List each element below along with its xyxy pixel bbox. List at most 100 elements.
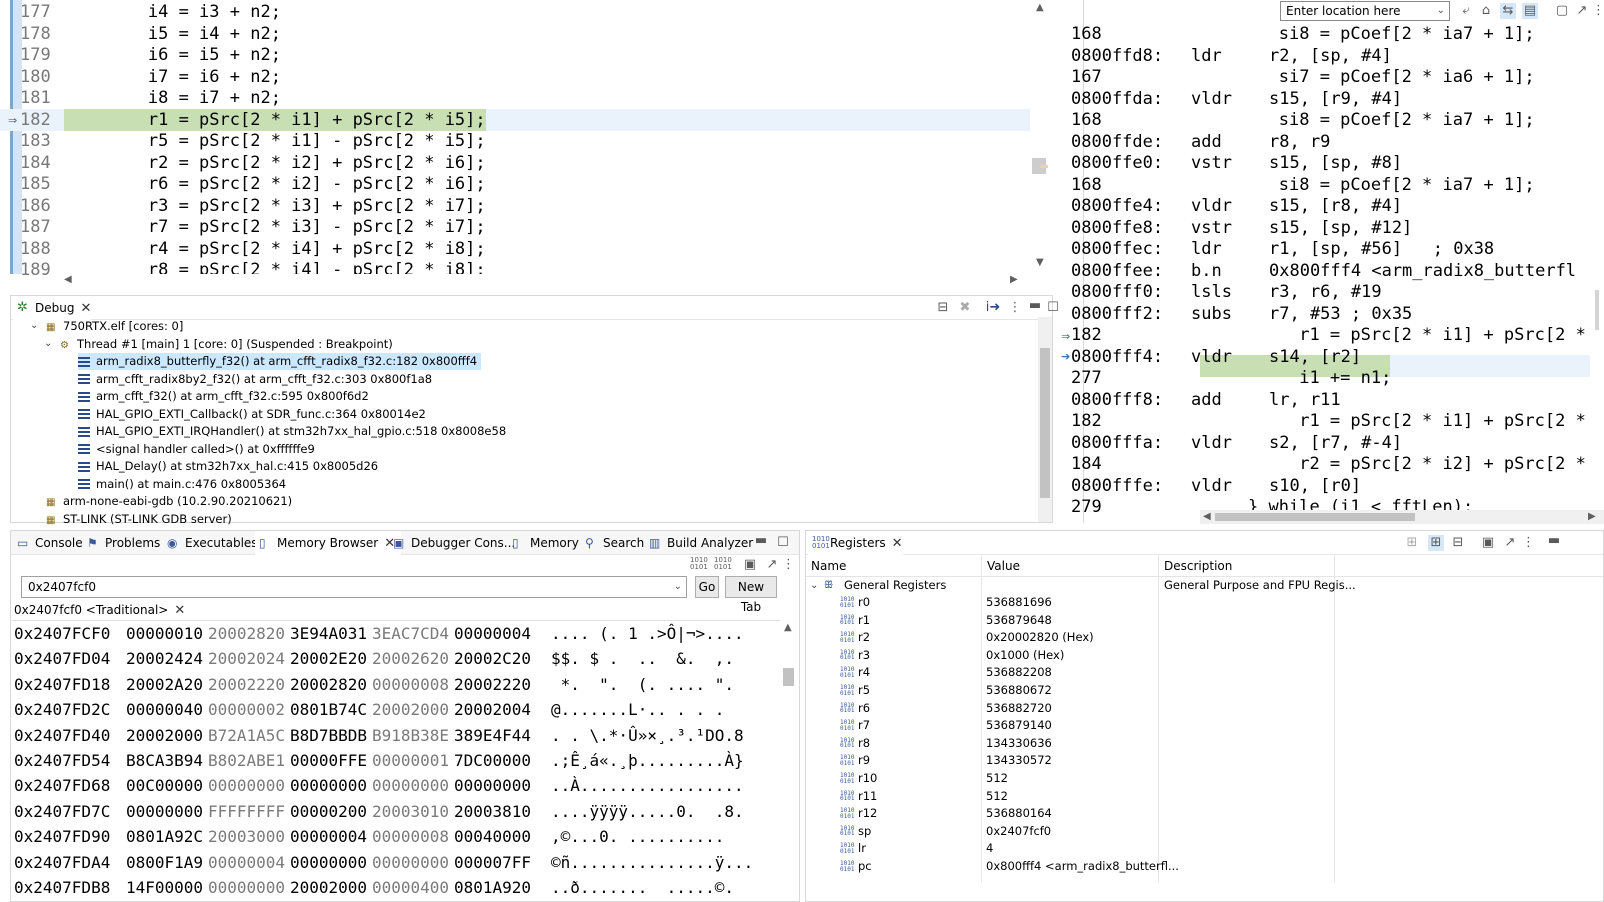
register-row[interactable]: 1010 0101 r2 0x20002820 (Hex) bbox=[806, 629, 1596, 647]
collapse-all-icon[interactable]: ⊟ bbox=[1450, 535, 1466, 551]
register-group-row[interactable]: ⌄ ꕥ General Registers General Purpose an… bbox=[806, 577, 1596, 595]
column-header-name[interactable]: Name bbox=[811, 557, 846, 576]
memory-word[interactable]: 00000004 bbox=[208, 850, 285, 875]
register-row[interactable]: 1010 0101 r4 536882208 bbox=[806, 664, 1596, 682]
launch-node[interactable]: ▦ arm-none-eabi-gdb (10.2.90.20210621) bbox=[46, 493, 296, 510]
memory-word[interactable]: 20003000 bbox=[208, 824, 285, 849]
memory-word[interactable]: 00C00000 bbox=[126, 773, 203, 798]
minimize-icon[interactable]: ▬ bbox=[1027, 298, 1043, 314]
code-line[interactable]: 188 r4 = pSrc[2 * i4] + pSrc[2 * i8]; bbox=[0, 238, 1030, 260]
memory-word[interactable]: B8CA3B94 bbox=[126, 748, 203, 773]
memory-row[interactable]: 0x2407FD18 20002A20 20002220 20002820 000000… bbox=[14, 672, 778, 697]
memory-row[interactable]: 0x2407FDB8 14F00000 00000000 20002000 000004… bbox=[14, 875, 778, 900]
memory-word[interactable]: 20003810 bbox=[454, 799, 531, 824]
memory-word[interactable]: 20002A20 bbox=[126, 672, 203, 697]
memory-word[interactable]: 20002424 bbox=[126, 646, 203, 671]
scroll-right-icon[interactable]: ▶ bbox=[1010, 275, 1018, 285]
debug-scroll-thumb[interactable] bbox=[1040, 348, 1050, 498]
tab-debug[interactable]: ✲ Debug ✕ bbox=[13, 296, 92, 320]
code-line[interactable]: 179 i6 = i5 + n2; bbox=[0, 44, 1030, 66]
tab-memory[interactable]: ▯ Memory bbox=[508, 531, 585, 555]
register-row[interactable]: 1010 0101 r8 134330636 bbox=[806, 735, 1596, 753]
scroll-left-icon[interactable]: ◀ bbox=[64, 275, 72, 285]
memory-rendering-tab[interactable]: 0x2407fcf0 <Traditional> ✕ bbox=[12, 600, 194, 620]
code-line[interactable]: 180 i7 = i6 + n2; bbox=[0, 66, 1030, 88]
editor-vertical-scrollbar[interactable]: ▲ ▼ bbox=[1032, 0, 1050, 274]
register-value[interactable]: 536880672 bbox=[986, 682, 1052, 700]
memory-word[interactable]: 00000010 bbox=[126, 621, 203, 646]
memory-word[interactable]: 20002004 bbox=[454, 697, 531, 722]
code-line[interactable]: 182 r1 = pSrc[2 * i1] + pSrc[2 * i5]; bbox=[0, 108, 1030, 131]
code-line[interactable]: 186 r3 = pSrc[2 * i3] + pSrc[2 * i7]; bbox=[0, 195, 1030, 217]
view-menu-icon[interactable]: ⋮ bbox=[782, 557, 795, 573]
code-line[interactable]: 187 r7 = pSrc[2 * i3] - pSrc[2 * i7]; bbox=[0, 216, 1030, 238]
code-line[interactable]: 181 i8 = i7 + n2; bbox=[0, 87, 1030, 109]
memory-word[interactable]: 00000000 bbox=[208, 875, 285, 900]
go-to-pc-icon[interactable]: ⤶ bbox=[1458, 3, 1474, 19]
memory-word[interactable]: 00000000 bbox=[208, 773, 285, 798]
tab-search[interactable]: ⚲ Search bbox=[581, 531, 650, 555]
memory-word[interactable]: 20002000 bbox=[372, 697, 449, 722]
disassembly-vscroll-thumb[interactable] bbox=[1595, 290, 1599, 330]
memory-word[interactable]: 3E94A031 bbox=[290, 621, 367, 646]
memory-word[interactable]: 20002620 bbox=[372, 646, 449, 671]
new-rendering-icon[interactable]: ▣ bbox=[742, 557, 758, 573]
memory-word[interactable]: FFFFFFFF bbox=[208, 799, 285, 824]
new-view-icon[interactable]: ▣ bbox=[1480, 535, 1496, 551]
memory-word[interactable]: 0801B74C bbox=[290, 697, 367, 722]
memory-word[interactable]: 00000004 bbox=[454, 621, 531, 646]
memory-row[interactable]: 0x2407FD40 20002000 B72A1A5C B8D7BBDB B918B3… bbox=[14, 723, 778, 748]
show-source-icon[interactable]: ▤ bbox=[1522, 3, 1538, 19]
memory-word[interactable]: 389E4F44 bbox=[454, 723, 531, 748]
memory-row[interactable]: 0x2407FD68 00C00000 00000000 00000000 000000… bbox=[14, 773, 778, 798]
tab-console[interactable]: ▭ Console bbox=[13, 531, 89, 555]
memory-row[interactable]: 0x2407FD54 B8CA3B94 B802ABE1 00000FFE 000000… bbox=[14, 748, 778, 773]
binary-view-icon[interactable]: 1010 0101 bbox=[714, 557, 732, 573]
pin-icon[interactable]: ↗ bbox=[1574, 3, 1590, 19]
code-line[interactable]: 185 r6 = pSrc[2 * i2] - pSrc[2 * i6]; bbox=[0, 173, 1030, 195]
code-line[interactable]: 177 i4 = i3 + n2; bbox=[0, 1, 1030, 23]
memory-word[interactable]: 20002000 bbox=[290, 875, 367, 900]
scroll-left-icon[interactable]: ◀ bbox=[1203, 512, 1211, 522]
stack-frame[interactable]: main() at main.c:476 0x8005364 bbox=[78, 476, 290, 493]
hex-view-icon[interactable]: 1010 0101 bbox=[690, 557, 708, 573]
register-row[interactable]: 1010 0101 r0 536881696 bbox=[806, 594, 1596, 612]
memory-word[interactable]: 00000008 bbox=[372, 672, 449, 697]
memory-word[interactable]: 20002220 bbox=[208, 672, 285, 697]
maximize-icon[interactable]: ☐ bbox=[1045, 300, 1061, 316]
memory-word[interactable]: 00000000 bbox=[290, 850, 367, 875]
memory-word[interactable]: 20002220 bbox=[454, 672, 531, 697]
register-value[interactable]: 512 bbox=[986, 788, 1008, 806]
tab-memory-browser[interactable]: ▯ Memory Browser ✕ bbox=[255, 531, 402, 555]
register-value[interactable]: 4 bbox=[986, 840, 993, 858]
minimize-icon[interactable]: ▬ bbox=[753, 533, 769, 549]
launch-node[interactable]: ▦ ST-LINK (ST-LINK GDB server) bbox=[46, 511, 236, 528]
view-menu-icon[interactable]: ⋮ bbox=[1007, 300, 1023, 316]
register-value[interactable]: 0x800fff4 <arm_radix8_butterfl... bbox=[986, 858, 1179, 876]
tab-executables[interactable]: ◉ Executables bbox=[163, 531, 264, 555]
stack-frame[interactable]: HAL_GPIO_EXTI_Callback() at SDR_func.c:3… bbox=[78, 406, 430, 423]
register-row[interactable]: 1010 0101 r9 134330572 bbox=[806, 752, 1596, 770]
register-value[interactable]: 536882720 bbox=[986, 700, 1052, 718]
location-input[interactable]: Enter location here ⌄ bbox=[1280, 1, 1450, 21]
thread-node[interactable]: ⚙ Thread #1 [main] 1 [core: 0] (Suspended… bbox=[60, 336, 397, 353]
new-tab-button[interactable]: New Tab bbox=[725, 576, 777, 614]
tab-debugger-cons[interactable]: ▣ Debugger Cons... bbox=[389, 531, 521, 555]
scroll-down-icon[interactable]: ▼ bbox=[1036, 258, 1044, 268]
register-row[interactable]: 1010 0101 pc 0x800fff4 <arm_radix8_butterfl… bbox=[806, 858, 1596, 876]
pin-icon[interactable]: ↗ bbox=[764, 557, 780, 573]
memory-address-input[interactable]: 0x2407fcf0 ⌄ bbox=[21, 576, 687, 598]
memory-word[interactable]: B802ABE1 bbox=[208, 748, 285, 773]
register-row[interactable]: 1010 0101 r12 536880164 bbox=[806, 805, 1596, 823]
editor-horizontal-scrollbar[interactable]: ◀ ▶ bbox=[60, 274, 1050, 288]
register-row[interactable]: 1010 0101 r5 536880672 bbox=[806, 682, 1596, 700]
memory-word[interactable]: 0800F1A9 bbox=[126, 850, 203, 875]
memory-word[interactable]: 00000040 bbox=[126, 697, 203, 722]
register-row[interactable]: 1010 0101 r6 536882720 bbox=[806, 700, 1596, 718]
scroll-up-icon[interactable]: ▲ bbox=[784, 623, 792, 633]
memory-word[interactable]: 7DC00000 bbox=[454, 748, 531, 773]
collapse-all-icon[interactable]: ⊟ bbox=[935, 300, 951, 316]
close-icon[interactable]: ✕ bbox=[80, 301, 91, 316]
memory-vertical-scrollbar[interactable]: ▲ bbox=[780, 620, 796, 882]
register-value[interactable]: 512 bbox=[986, 770, 1008, 788]
